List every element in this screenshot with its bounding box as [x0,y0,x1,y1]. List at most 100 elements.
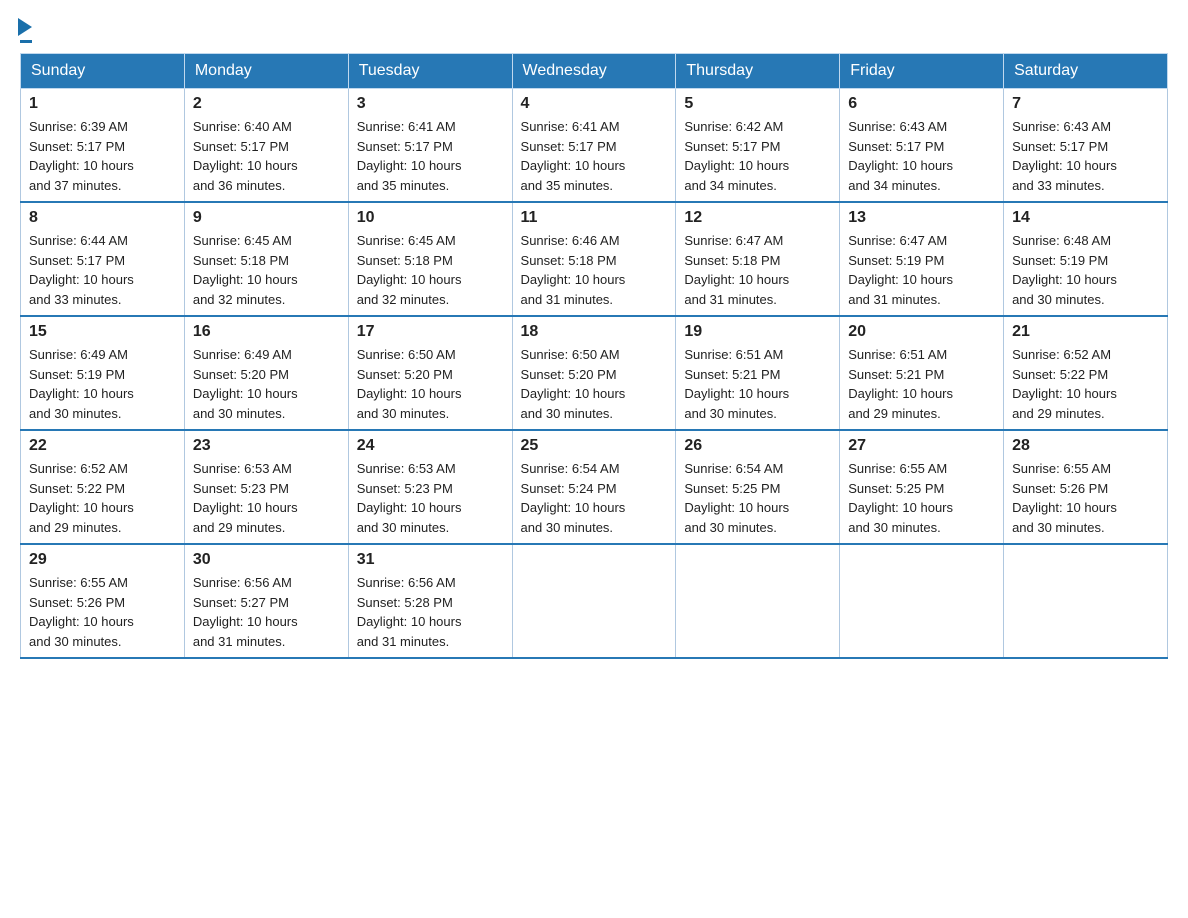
logo [20,20,32,43]
day-number: 1 [29,95,176,113]
calendar-cell [512,544,676,658]
day-number: 29 [29,551,176,569]
calendar-cell: 24 Sunrise: 6:53 AMSunset: 5:23 PMDaylig… [348,430,512,544]
day-info: Sunrise: 6:43 AMSunset: 5:17 PMDaylight:… [848,119,953,193]
day-info: Sunrise: 6:55 AMSunset: 5:25 PMDaylight:… [848,461,953,535]
calendar-cell: 8 Sunrise: 6:44 AMSunset: 5:17 PMDayligh… [21,202,185,316]
day-info: Sunrise: 6:44 AMSunset: 5:17 PMDaylight:… [29,233,134,307]
day-number: 17 [357,323,504,341]
calendar-cell: 12 Sunrise: 6:47 AMSunset: 5:18 PMDaylig… [676,202,840,316]
calendar-cell: 30 Sunrise: 6:56 AMSunset: 5:27 PMDaylig… [184,544,348,658]
day-info: Sunrise: 6:49 AMSunset: 5:19 PMDaylight:… [29,347,134,421]
calendar-week-row: 15 Sunrise: 6:49 AMSunset: 5:19 PMDaylig… [21,316,1168,430]
calendar-cell: 26 Sunrise: 6:54 AMSunset: 5:25 PMDaylig… [676,430,840,544]
day-info: Sunrise: 6:53 AMSunset: 5:23 PMDaylight:… [193,461,298,535]
calendar-cell: 14 Sunrise: 6:48 AMSunset: 5:19 PMDaylig… [1004,202,1168,316]
day-info: Sunrise: 6:46 AMSunset: 5:18 PMDaylight:… [521,233,626,307]
day-number: 3 [357,95,504,113]
day-info: Sunrise: 6:50 AMSunset: 5:20 PMDaylight:… [521,347,626,421]
calendar-cell [840,544,1004,658]
day-number: 22 [29,437,176,455]
calendar-cell: 28 Sunrise: 6:55 AMSunset: 5:26 PMDaylig… [1004,430,1168,544]
day-info: Sunrise: 6:49 AMSunset: 5:20 PMDaylight:… [193,347,298,421]
day-info: Sunrise: 6:54 AMSunset: 5:24 PMDaylight:… [521,461,626,535]
day-number: 26 [684,437,831,455]
day-info: Sunrise: 6:56 AMSunset: 5:28 PMDaylight:… [357,575,462,649]
day-info: Sunrise: 6:45 AMSunset: 5:18 PMDaylight:… [357,233,462,307]
day-number: 6 [848,95,995,113]
day-info: Sunrise: 6:53 AMSunset: 5:23 PMDaylight:… [357,461,462,535]
calendar-cell: 4 Sunrise: 6:41 AMSunset: 5:17 PMDayligh… [512,89,676,203]
day-info: Sunrise: 6:41 AMSunset: 5:17 PMDaylight:… [357,119,462,193]
day-number: 14 [1012,209,1159,227]
calendar-cell: 1 Sunrise: 6:39 AMSunset: 5:17 PMDayligh… [21,89,185,203]
day-number: 31 [357,551,504,569]
day-info: Sunrise: 6:54 AMSunset: 5:25 PMDaylight:… [684,461,789,535]
day-number: 25 [521,437,668,455]
calendar-cell: 29 Sunrise: 6:55 AMSunset: 5:26 PMDaylig… [21,544,185,658]
day-info: Sunrise: 6:55 AMSunset: 5:26 PMDaylight:… [1012,461,1117,535]
day-number: 23 [193,437,340,455]
page-header [20,20,1168,43]
day-info: Sunrise: 6:47 AMSunset: 5:19 PMDaylight:… [848,233,953,307]
calendar-cell: 20 Sunrise: 6:51 AMSunset: 5:21 PMDaylig… [840,316,1004,430]
calendar-cell: 17 Sunrise: 6:50 AMSunset: 5:20 PMDaylig… [348,316,512,430]
calendar-day-header: Friday [840,54,1004,89]
day-info: Sunrise: 6:55 AMSunset: 5:26 PMDaylight:… [29,575,134,649]
day-number: 11 [521,209,668,227]
calendar-day-header: Monday [184,54,348,89]
day-number: 21 [1012,323,1159,341]
day-number: 27 [848,437,995,455]
calendar-day-header: Sunday [21,54,185,89]
calendar-cell: 22 Sunrise: 6:52 AMSunset: 5:22 PMDaylig… [21,430,185,544]
calendar-week-row: 1 Sunrise: 6:39 AMSunset: 5:17 PMDayligh… [21,89,1168,203]
day-number: 4 [521,95,668,113]
day-number: 5 [684,95,831,113]
calendar-week-row: 22 Sunrise: 6:52 AMSunset: 5:22 PMDaylig… [21,430,1168,544]
day-number: 16 [193,323,340,341]
day-info: Sunrise: 6:48 AMSunset: 5:19 PMDaylight:… [1012,233,1117,307]
calendar-cell: 27 Sunrise: 6:55 AMSunset: 5:25 PMDaylig… [840,430,1004,544]
day-info: Sunrise: 6:47 AMSunset: 5:18 PMDaylight:… [684,233,789,307]
calendar-cell: 16 Sunrise: 6:49 AMSunset: 5:20 PMDaylig… [184,316,348,430]
day-info: Sunrise: 6:39 AMSunset: 5:17 PMDaylight:… [29,119,134,193]
calendar-cell: 25 Sunrise: 6:54 AMSunset: 5:24 PMDaylig… [512,430,676,544]
calendar-day-header: Tuesday [348,54,512,89]
day-info: Sunrise: 6:52 AMSunset: 5:22 PMDaylight:… [1012,347,1117,421]
calendar-cell: 18 Sunrise: 6:50 AMSunset: 5:20 PMDaylig… [512,316,676,430]
day-info: Sunrise: 6:42 AMSunset: 5:17 PMDaylight:… [684,119,789,193]
day-number: 19 [684,323,831,341]
calendar-cell: 10 Sunrise: 6:45 AMSunset: 5:18 PMDaylig… [348,202,512,316]
day-number: 7 [1012,95,1159,113]
logo-triangle-icon [18,18,32,36]
calendar-cell: 23 Sunrise: 6:53 AMSunset: 5:23 PMDaylig… [184,430,348,544]
day-number: 15 [29,323,176,341]
calendar-cell: 6 Sunrise: 6:43 AMSunset: 5:17 PMDayligh… [840,89,1004,203]
day-number: 24 [357,437,504,455]
calendar-cell: 19 Sunrise: 6:51 AMSunset: 5:21 PMDaylig… [676,316,840,430]
calendar-cell: 3 Sunrise: 6:41 AMSunset: 5:17 PMDayligh… [348,89,512,203]
day-number: 18 [521,323,668,341]
logo-underline [20,40,32,43]
calendar-table: SundayMondayTuesdayWednesdayThursdayFrid… [20,53,1168,659]
calendar-cell: 21 Sunrise: 6:52 AMSunset: 5:22 PMDaylig… [1004,316,1168,430]
calendar-cell: 9 Sunrise: 6:45 AMSunset: 5:18 PMDayligh… [184,202,348,316]
day-info: Sunrise: 6:51 AMSunset: 5:21 PMDaylight:… [848,347,953,421]
day-number: 13 [848,209,995,227]
day-number: 30 [193,551,340,569]
day-info: Sunrise: 6:43 AMSunset: 5:17 PMDaylight:… [1012,119,1117,193]
calendar-day-header: Wednesday [512,54,676,89]
day-number: 28 [1012,437,1159,455]
calendar-cell: 7 Sunrise: 6:43 AMSunset: 5:17 PMDayligh… [1004,89,1168,203]
day-number: 20 [848,323,995,341]
day-info: Sunrise: 6:56 AMSunset: 5:27 PMDaylight:… [193,575,298,649]
calendar-cell: 31 Sunrise: 6:56 AMSunset: 5:28 PMDaylig… [348,544,512,658]
day-number: 10 [357,209,504,227]
calendar-cell: 5 Sunrise: 6:42 AMSunset: 5:17 PMDayligh… [676,89,840,203]
day-info: Sunrise: 6:51 AMSunset: 5:21 PMDaylight:… [684,347,789,421]
day-info: Sunrise: 6:41 AMSunset: 5:17 PMDaylight:… [521,119,626,193]
calendar-cell: 15 Sunrise: 6:49 AMSunset: 5:19 PMDaylig… [21,316,185,430]
calendar-cell: 11 Sunrise: 6:46 AMSunset: 5:18 PMDaylig… [512,202,676,316]
calendar-cell [1004,544,1168,658]
calendar-week-row: 8 Sunrise: 6:44 AMSunset: 5:17 PMDayligh… [21,202,1168,316]
